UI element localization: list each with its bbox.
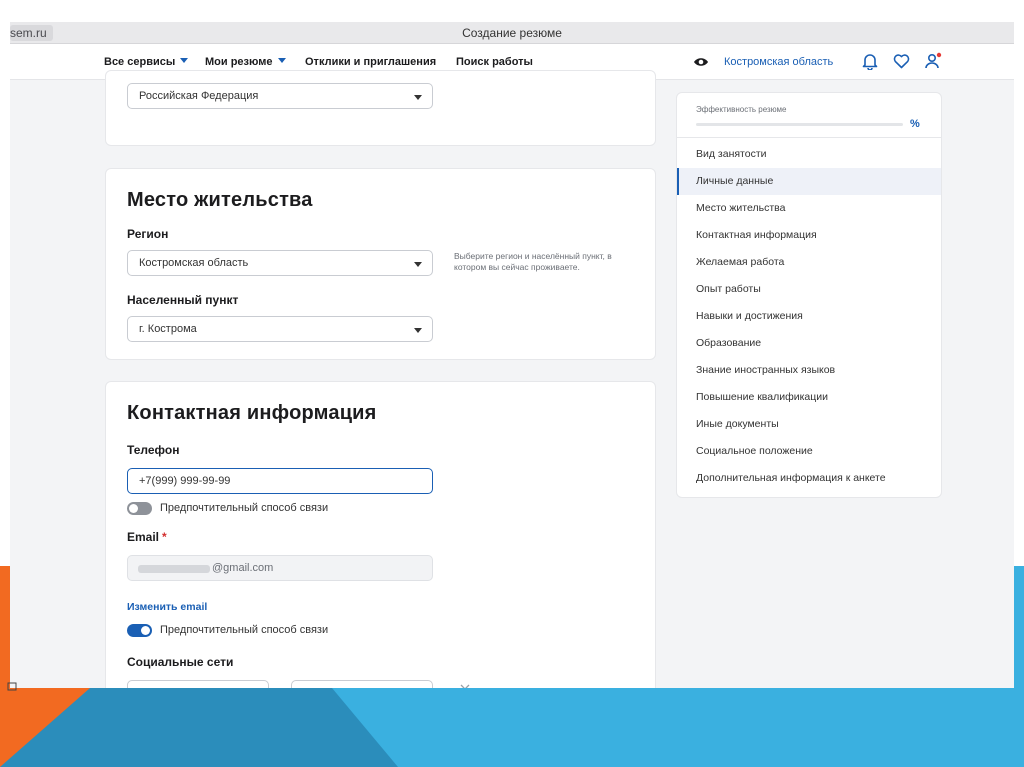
presentation-slide: sem.ru Создание резюме Все сервисы Мои р…: [0, 0, 1024, 767]
slide-decoration: [0, 566, 1024, 767]
